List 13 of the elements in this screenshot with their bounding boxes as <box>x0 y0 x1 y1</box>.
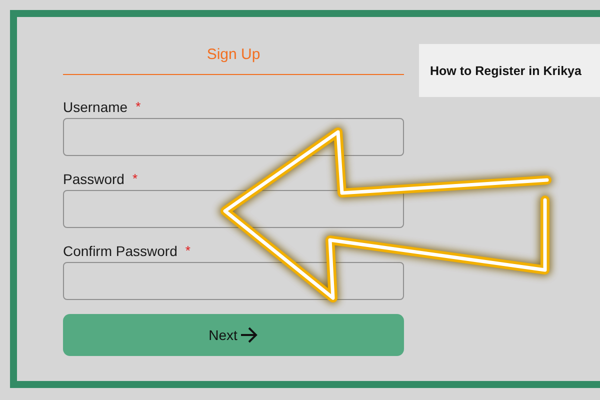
required-mark: * <box>132 170 138 188</box>
arrow-right-icon <box>240 327 258 343</box>
input-field[interactable] <box>63 262 404 300</box>
field-label: Password <box>63 170 124 188</box>
input-field[interactable] <box>63 118 404 156</box>
required-mark: * <box>136 98 141 116</box>
next-button[interactable]: Next <box>63 314 404 356</box>
input-field[interactable] <box>63 190 404 228</box>
form-heading: Sign Up <box>63 45 404 75</box>
field-label: Username <box>63 98 128 116</box>
field-label: Confirm Password <box>63 242 178 260</box>
required-mark: * <box>185 242 190 260</box>
article-title: How to Register in Krikya <box>430 64 582 78</box>
